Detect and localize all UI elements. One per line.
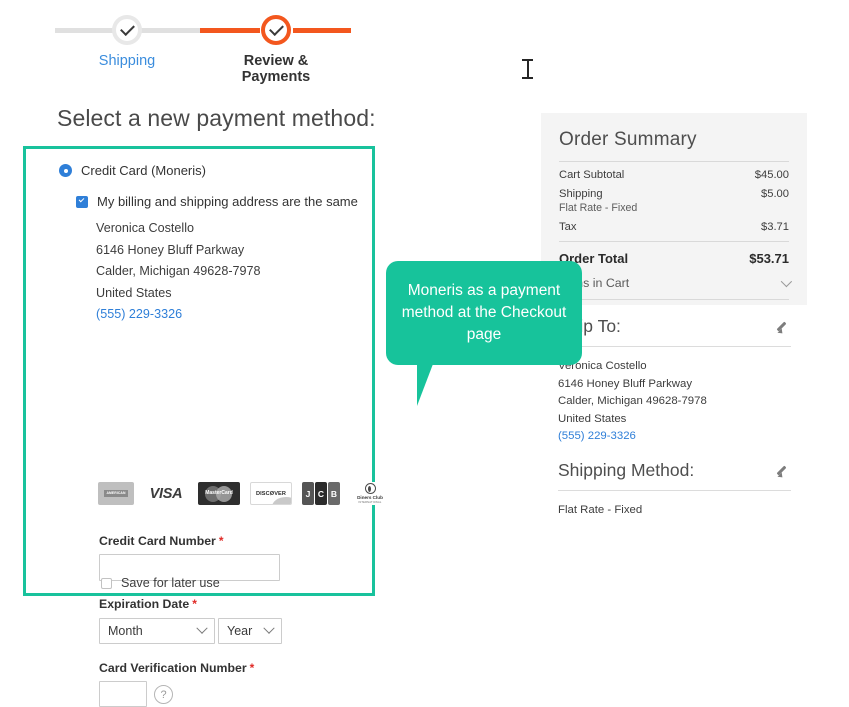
row-label: Shipping xyxy=(559,188,603,200)
pencil-icon[interactable] xyxy=(777,320,791,334)
cvn-input[interactable] xyxy=(99,681,147,707)
ship-to-section: Ship To: Veronica Costello 6146 Honey Bl… xyxy=(558,316,791,446)
progress-step-review-payments-label: Review & Payments xyxy=(241,53,311,85)
mastercard-icon: MasterCard xyxy=(198,482,240,505)
progress-step-shipping-label[interactable]: Shipping xyxy=(67,53,187,69)
ship-to-city-state-zip: Calder, Michigan 49628-7978 xyxy=(558,395,707,407)
shipping-method-section: Shipping Method: Flat Rate - Fixed xyxy=(558,460,791,520)
payment-method-option-moneris[interactable]: Credit Card (Moneris) xyxy=(59,163,206,178)
expiration-date-label: Expiration Date * xyxy=(99,597,197,611)
order-summary-row-subtotal: Cart Subtotal $45.00 xyxy=(559,162,789,181)
row-value: $3.71 xyxy=(761,221,789,233)
order-summary-row-shipping: Shipping Flat Rate - Fixed $5.00 xyxy=(559,181,789,214)
ship-to-name: Veronica Costello xyxy=(558,360,647,372)
cvn-label-text: Card Verification Number xyxy=(99,661,247,675)
diners-club-icon: Diners Club INTERNATIONAL xyxy=(350,482,390,505)
annotation-callout: Moneris as a payment method at the Check… xyxy=(386,261,582,365)
cvn-help-glyph: ? xyxy=(160,688,167,701)
required-marker: * xyxy=(192,597,197,611)
text-cursor xyxy=(522,59,533,79)
discover-icon: DISCØVER xyxy=(250,482,292,505)
row-sublabel: Flat Rate - Fixed xyxy=(559,202,638,214)
divider xyxy=(558,346,791,347)
order-total-value: $53.71 xyxy=(749,251,789,266)
order-summary-title: Order Summary xyxy=(559,129,697,150)
required-marker: * xyxy=(249,661,255,675)
row-label: Cart Subtotal xyxy=(559,169,625,181)
required-marker: * xyxy=(218,534,224,548)
diners-logo-subtext: INTERNATIONAL xyxy=(358,501,382,504)
radio-selected-icon[interactable] xyxy=(59,164,72,177)
progress-step-shipping[interactable]: Shipping xyxy=(67,0,187,69)
chevron-down-icon xyxy=(263,622,275,634)
step-circle-shipping xyxy=(112,15,142,45)
mastercard-logo-text: MasterCard xyxy=(205,490,233,496)
jcb-letter-c: C xyxy=(315,482,327,505)
visa-icon: VISA xyxy=(144,482,188,505)
callout-tail xyxy=(417,364,433,406)
cvn-help-icon[interactable]: ? xyxy=(154,685,173,704)
jcb-letter-j: J xyxy=(302,482,314,505)
page-title: Select a new payment method: xyxy=(57,105,376,131)
visa-logo-text: VISA xyxy=(149,485,183,502)
ship-to-address: Veronica Costello 6146 Honey Bluff Parkw… xyxy=(558,358,791,446)
row-label: Tax xyxy=(559,221,577,233)
expiration-month-value: Month xyxy=(108,624,143,638)
ship-to-country: United States xyxy=(558,412,627,425)
jcb-icon: J C B xyxy=(302,482,340,505)
shipping-method-value: Flat Rate - Fixed xyxy=(558,504,643,516)
shipping-method-title: Shipping Method: xyxy=(558,460,695,480)
billing-phone[interactable]: (555) 229-3326 xyxy=(96,304,261,326)
card-number-label-text: Credit Card Number xyxy=(99,534,216,548)
row-value: $45.00 xyxy=(754,169,789,181)
checkout-progress-bar: Shipping Review & Payments xyxy=(0,0,420,85)
diners-logo-text: Diners Club xyxy=(357,495,383,500)
american-express-icon: AMERICAN xyxy=(98,482,134,505)
order-total-row: Order Total $53.71 xyxy=(559,242,789,266)
items-in-cart-toggle[interactable]: Items in Cart xyxy=(559,266,793,290)
step-circle-review-payments xyxy=(261,15,291,45)
billing-city-state-zip: Calder, Michigan 49628-7978 xyxy=(96,264,261,278)
billing-country: United States xyxy=(96,285,172,300)
expiration-year-value: Year xyxy=(227,624,253,638)
pencil-icon[interactable] xyxy=(777,464,791,478)
checkbox-unchecked-icon[interactable] xyxy=(101,577,112,589)
accepted-card-logos: AMERICAN VISA MasterCard DISCØVER J C B … xyxy=(98,482,390,505)
progress-step-review-payments[interactable]: Review & Payments xyxy=(216,0,336,85)
check-icon xyxy=(119,21,135,37)
expiration-year-select[interactable]: Year xyxy=(218,618,282,644)
same-address-label: My billing and shipping address are the … xyxy=(97,194,358,209)
discover-logo-text: DISCØVER xyxy=(255,490,287,497)
expiration-month-select[interactable]: Month xyxy=(99,618,215,644)
jcb-letter-b: B xyxy=(328,482,340,505)
divider xyxy=(558,490,791,491)
divider xyxy=(559,299,789,300)
check-icon xyxy=(268,21,284,37)
checkbox-checked-icon[interactable] xyxy=(76,195,88,208)
cursor-cap-bottom xyxy=(522,77,533,79)
billing-address-block: Veronica Costello 6146 Honey Bluff Parkw… xyxy=(96,218,261,326)
save-for-later-row[interactable]: Save for later use xyxy=(101,576,220,590)
payment-method-label: Credit Card (Moneris) xyxy=(81,163,206,178)
expiration-date-label-text: Expiration Date xyxy=(99,597,190,611)
cursor-bar xyxy=(526,59,529,79)
chevron-down-icon xyxy=(780,275,793,288)
ship-to-phone[interactable]: (555) 229-3326 xyxy=(558,428,791,446)
row-label-group: Shipping Flat Rate - Fixed xyxy=(559,188,637,214)
row-value: $5.00 xyxy=(761,188,789,200)
same-address-checkbox-row[interactable]: My billing and shipping address are the … xyxy=(76,194,358,209)
chevron-down-icon xyxy=(196,622,208,634)
amex-logo-text: AMERICAN xyxy=(104,490,128,497)
shipping-method-header: Shipping Method: xyxy=(558,460,791,481)
save-for-later-label: Save for later use xyxy=(121,576,220,590)
diners-club-mark xyxy=(364,483,376,494)
ship-to-street: 6146 Honey Bluff Parkway xyxy=(558,377,693,390)
order-summary-row-tax: Tax $3.71 xyxy=(559,214,789,233)
card-number-label: Credit Card Number * xyxy=(99,534,224,548)
billing-name: Veronica Costello xyxy=(96,221,195,235)
payment-method-panel: Credit Card (Moneris) My billing and shi… xyxy=(23,146,390,707)
ship-to-header: Ship To: xyxy=(558,316,791,337)
cvn-label: Card Verification Number * xyxy=(99,661,254,675)
billing-street: 6146 Honey Bluff Parkway xyxy=(96,242,245,257)
